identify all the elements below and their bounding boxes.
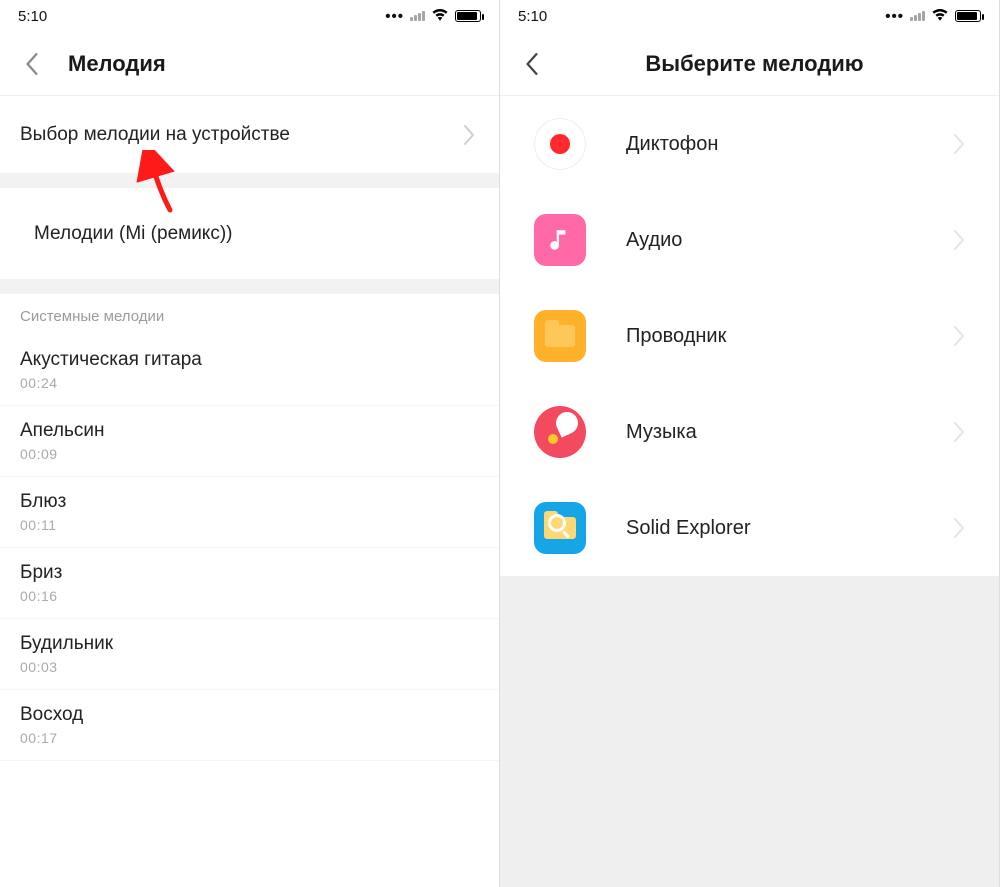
wifi-icon [431, 7, 449, 25]
song-duration: 00:16 [20, 588, 479, 604]
status-bar: 5:10 ••• [500, 0, 999, 32]
battery-icon [455, 10, 481, 22]
song-name: Блюз [20, 491, 479, 513]
song-row[interactable]: Будильник 00:03 [0, 619, 499, 690]
chevron-right-icon [949, 518, 969, 538]
song-row[interactable]: Восход 00:17 [0, 690, 499, 761]
song-row[interactable]: Апельсин 00:09 [0, 406, 499, 477]
recorder-icon [534, 118, 586, 170]
solid-explorer-icon [534, 502, 586, 554]
page-title: Выберите мелодию [528, 51, 981, 77]
chevron-right-icon [949, 230, 969, 250]
chevron-right-icon [949, 422, 969, 442]
song-name: Апельсин [20, 420, 479, 442]
status-right: ••• [385, 7, 481, 25]
left-list: Выбор мелодии на устройстве Мелодии (Mi … [0, 96, 499, 761]
section-gap [0, 280, 499, 294]
song-row[interactable]: Бриз 00:16 [0, 548, 499, 619]
song-row[interactable]: Акустическая гитара 00:24 [0, 335, 499, 406]
song-name: Акустическая гитара [20, 349, 479, 371]
app-row-files[interactable]: Проводник [500, 288, 999, 384]
app-label: Проводник [626, 325, 909, 348]
signal-icon [910, 11, 925, 21]
song-duration: 00:11 [20, 517, 479, 533]
app-row-audio[interactable]: Аудио [500, 192, 999, 288]
song-duration: 00:24 [20, 375, 479, 391]
empty-area [500, 576, 999, 887]
chevron-right-icon [949, 134, 969, 154]
status-time: 5:10 [18, 8, 47, 25]
song-name: Бриз [20, 562, 479, 584]
app-label: Аудио [626, 229, 909, 252]
music-icon [534, 406, 586, 458]
phone-right: 5:10 ••• Выберите мелодию Диктофон Аудио П… [500, 0, 1000, 887]
section-header-system: Системные мелодии [0, 294, 499, 335]
phone-left: 5:10 ••• Мелодия Выбор мелодии на устрой… [0, 0, 500, 887]
song-name: Будильник [20, 633, 479, 655]
row-pick-on-device[interactable]: Выбор мелодии на устройстве [0, 96, 499, 174]
nav-bar: Мелодия [0, 32, 499, 96]
row-label: Выбор мелодии на устройстве [20, 124, 459, 146]
song-duration: 00:09 [20, 446, 479, 462]
app-row-music[interactable]: Музыка [500, 384, 999, 480]
song-duration: 00:17 [20, 730, 479, 746]
battery-icon [955, 10, 981, 22]
app-label: Диктофон [626, 133, 909, 156]
app-row-solid[interactable]: Solid Explorer [500, 480, 999, 576]
chevron-right-icon [459, 125, 479, 145]
audio-icon [534, 214, 586, 266]
status-bar: 5:10 ••• [0, 0, 499, 32]
status-right: ••• [885, 7, 981, 25]
song-duration: 00:03 [20, 659, 479, 675]
song-name: Восход [20, 704, 479, 726]
app-label: Solid Explorer [626, 517, 909, 540]
files-icon [534, 310, 586, 362]
nav-bar: Выберите мелодию [500, 32, 999, 96]
row-mi-remix[interactable]: Мелодии (Mi (ремикс)) [0, 188, 499, 280]
wifi-icon [931, 7, 949, 25]
app-list: Диктофон Аудио Проводник Музыка Solid Explor… [500, 96, 999, 576]
chevron-right-icon [949, 326, 969, 346]
more-icon: ••• [385, 8, 404, 25]
app-label: Музыка [626, 421, 909, 444]
app-row-recorder[interactable]: Диктофон [500, 96, 999, 192]
row-label: Мелодии (Mi (ремикс)) [20, 223, 479, 245]
song-row[interactable]: Блюз 00:11 [0, 477, 499, 548]
more-icon: ••• [885, 8, 904, 25]
status-time: 5:10 [518, 8, 547, 25]
back-button[interactable] [18, 50, 46, 78]
signal-icon [410, 11, 425, 21]
section-gap [0, 174, 499, 188]
page-title: Мелодия [68, 51, 166, 77]
